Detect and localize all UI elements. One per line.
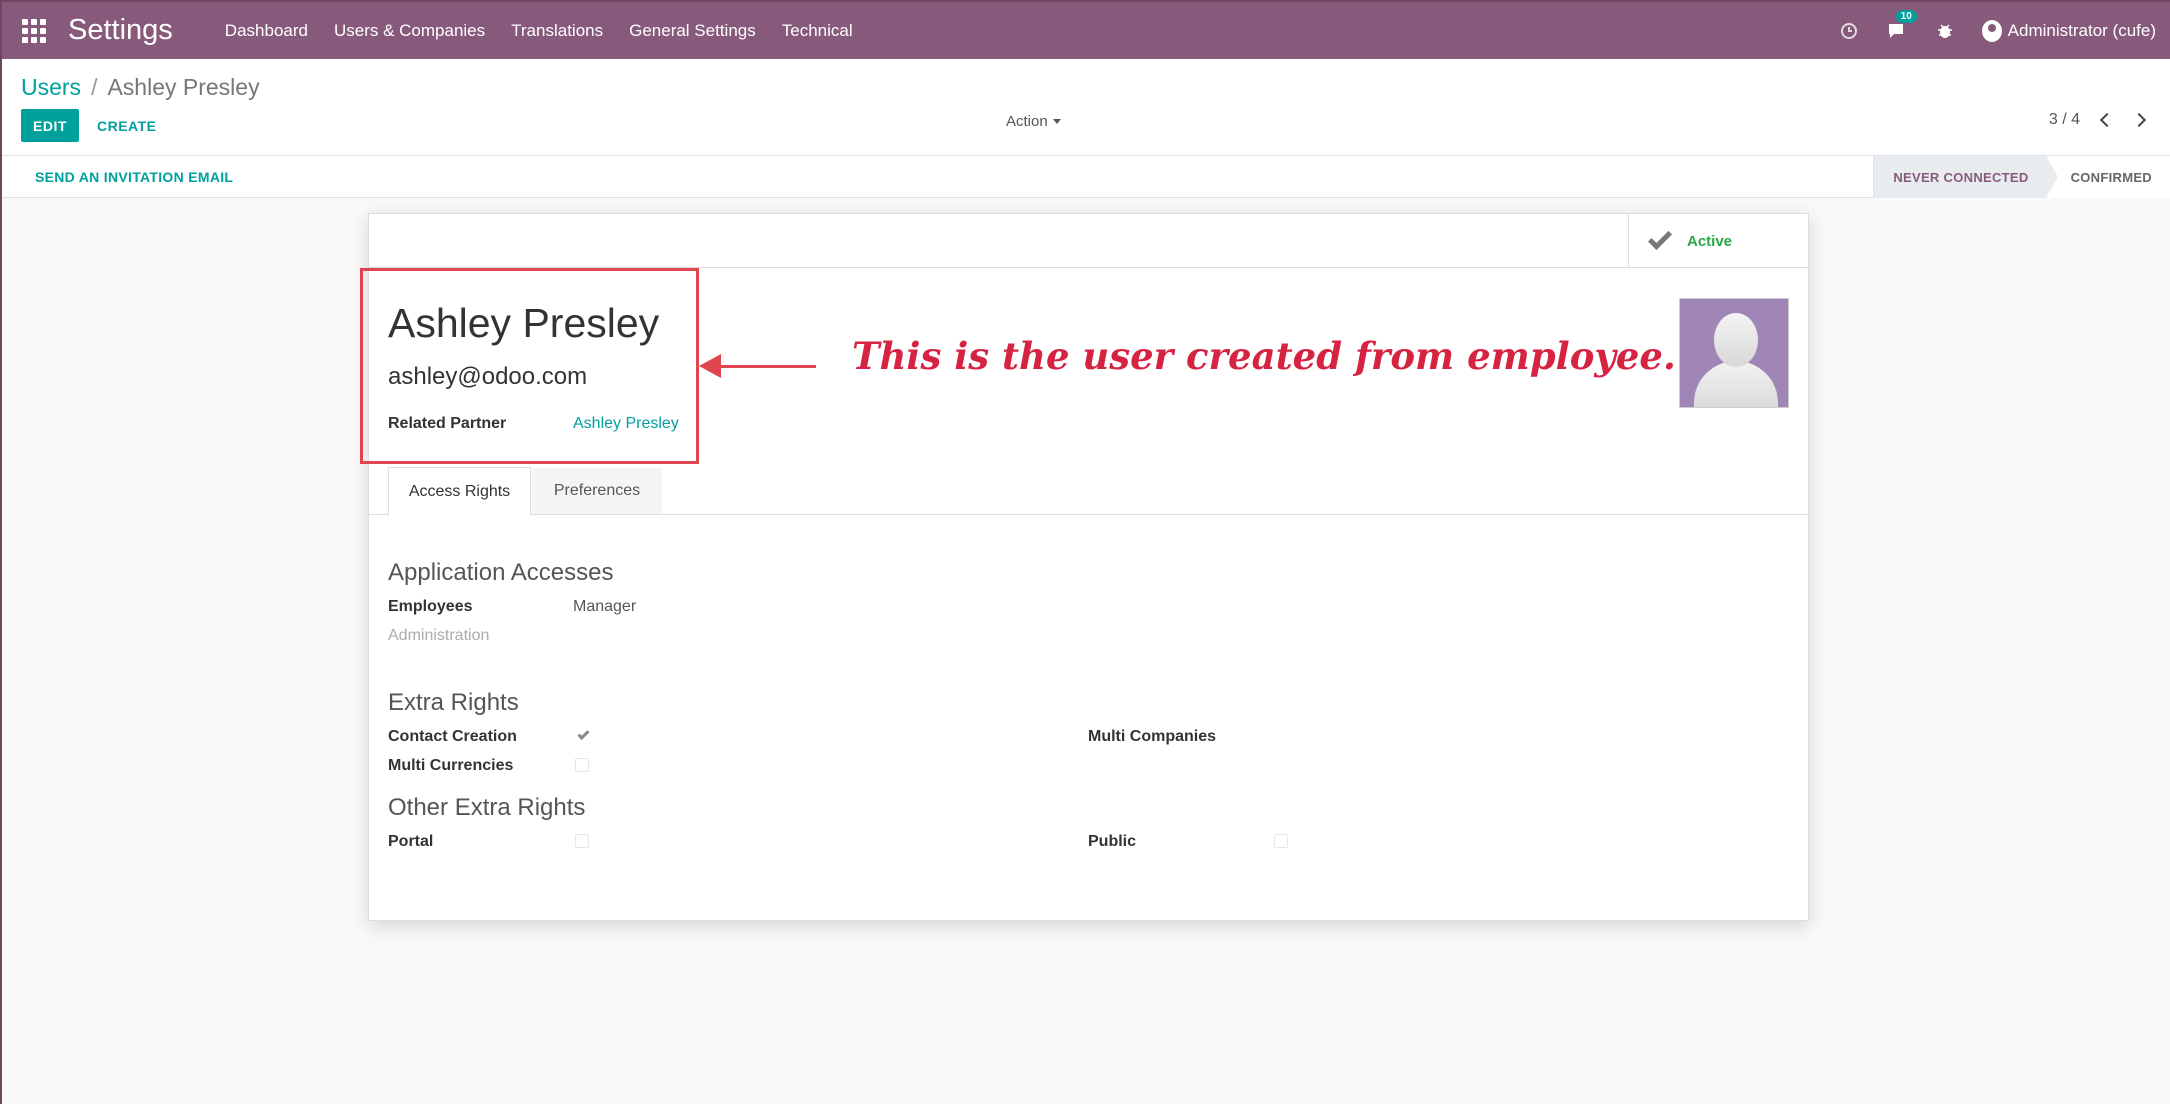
active-label: Active [1687,232,1733,250]
edit-button[interactable]: EDIT [21,109,79,142]
stage-never-connected[interactable]: NEVER CONNECTED [1873,156,2047,198]
create-button[interactable]: CREATE [97,109,157,142]
arrow-line [714,365,816,368]
portal-label: Portal [388,833,434,850]
breadcrumb: Users / Ashley Presley [21,74,260,101]
breadcrumb-current: Ashley Presley [107,74,260,100]
chevron-left-icon[interactable] [2099,112,2115,128]
multi-currencies-label: Multi Currencies [388,757,514,774]
profile-body-shape [1694,361,1778,407]
breadcrumb-separator: / [91,74,98,100]
active-toggle-button[interactable]: Active [1628,214,1808,268]
user-menu[interactable]: Administrator (cufe) [1981,19,2156,42]
bug-icon[interactable] [1934,20,1956,42]
public-label: Public [1088,833,1137,850]
caret-down-icon [1052,119,1061,124]
control-panel: Users / Ashley Presley EDIT CREATE Actio… [2,59,2170,156]
menu-dashboard[interactable]: Dashboard [225,21,308,41]
pager: 3 / 4 [2049,111,2147,129]
multi-currencies-checkbox[interactable] [575,758,589,772]
employees-value[interactable]: Manager [573,598,636,616]
apps-menu-icon[interactable] [22,18,46,43]
messages-badge: 10 [1895,9,1917,23]
tab-access-rights[interactable]: Access Rights [388,467,531,516]
user-label: Administrator (cufe) [2007,20,2156,40]
employees-label: Employees [388,598,473,615]
public-checkbox[interactable] [1274,834,1288,848]
annotation-text: This is the user created from employee. [852,334,1676,378]
top-navbar: Settings Dashboard Users & Companies Tra… [2,0,2170,59]
portal-checkbox[interactable] [575,834,589,848]
pager-value[interactable]: 3 / 4 [2049,111,2080,129]
stage-widget: NEVER CONNECTED CONFIRMED [1873,156,2170,198]
highlight-box [360,268,699,464]
contact-creation-label: Contact Creation [388,728,517,745]
send-invitation-button[interactable]: SEND AN INVITATION EMAIL [35,169,233,185]
action-dropdown[interactable]: Action [1006,113,1061,130]
administration-label: Administration [388,627,490,644]
multi-companies-label: Multi Companies [1088,728,1217,745]
menu-translations[interactable]: Translations [511,21,603,41]
button-box: Active [369,214,1808,268]
breadcrumb-users[interactable]: Users [21,74,81,101]
menu-technical[interactable]: Technical [782,21,853,41]
menu-users-companies[interactable]: Users & Companies [334,21,485,41]
messages-icon[interactable]: 10 [1886,9,1917,42]
clock-icon[interactable] [1838,20,1860,42]
tab-preferences[interactable]: Preferences [532,468,662,514]
chevron-right-icon[interactable] [2131,112,2147,128]
section-other-extra-rights: Other Extra Rights [388,794,586,821]
section-application-accesses: Application Accesses [388,559,614,586]
profile-image[interactable] [1679,298,1789,408]
check-icon [1647,225,1673,251]
stage-confirmed[interactable]: CONFIRMED [2045,156,2170,198]
menu-general-settings[interactable]: General Settings [629,21,756,41]
notebook-tabs: Access Rights Preferences [368,467,1809,516]
profile-head-shape [1714,313,1758,367]
avatar [1981,19,2002,42]
app-title: Settings [68,14,173,46]
action-label: Action [1006,113,1048,130]
status-bar: SEND AN INVITATION EMAIL NEVER CONNECTED… [2,156,2170,198]
section-extra-rights: Extra Rights [388,689,519,716]
